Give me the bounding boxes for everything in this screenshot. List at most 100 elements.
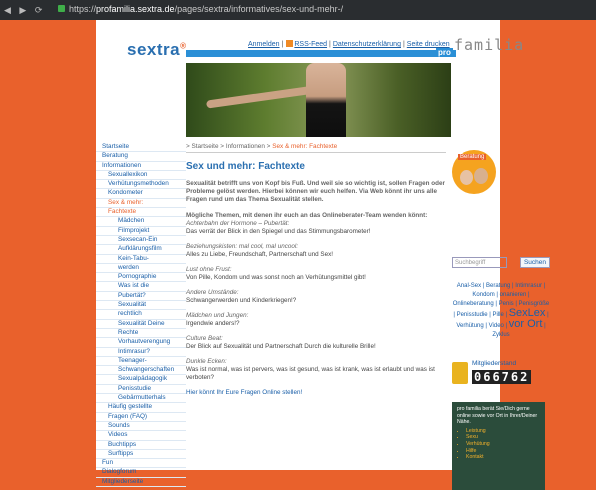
counter-icon [452, 362, 468, 384]
link-anmelden[interactable]: Anmelden [248, 41, 280, 48]
info-link[interactable]: Verhütung [466, 441, 540, 448]
search-button[interactable]: Suchen [520, 257, 550, 268]
sidebar-item[interactable]: Surftipps [96, 450, 186, 460]
sidebar-nav: Startseite Beratung Informationen Sexuallex… [96, 143, 186, 487]
sidebar-item[interactable]: Sexualität Deine [96, 320, 186, 329]
info-box: pro familia berät Sie/Dich gerne online … [452, 402, 545, 490]
topic-block: Lust ohne Frust: Von Pille, Kondom und wa… [186, 266, 451, 282]
breadcrumb-informationen[interactable]: Informationen [226, 143, 265, 150]
sidebar-item[interactable]: Intimrasur? [96, 348, 186, 357]
sidebar-item[interactable]: Fragen (FAQ) [96, 413, 186, 422]
intro-text: Sexualität betrifft uns von Kopf bis Fuß… [186, 180, 445, 203]
sidebar-item[interactable]: Mitgliederseite [96, 478, 186, 487]
sidebar-item[interactable]: Rechte [96, 329, 186, 339]
breadcrumb: > Startseite > Informationen > Sex & meh… [186, 143, 446, 153]
sidebar-item[interactable]: Teenager- [96, 357, 186, 367]
topic-text: Das verrät der Blick in den Spiegel und … [186, 228, 371, 235]
topic-block: Achterbahn der Hormone – Pubertät: Das ve… [186, 220, 451, 236]
sidebar-item[interactable]: Häufig gestellte [96, 403, 186, 413]
lock-icon [58, 5, 65, 12]
sidebar-item[interactable]: Aufklärungsfilm [96, 245, 186, 255]
counter-value: 066762 [472, 370, 532, 384]
sidebar-item[interactable]: Schwangerschaften [96, 366, 186, 376]
info-link[interactable]: Hilfe [466, 448, 540, 455]
rss-icon [286, 40, 294, 47]
topic-block: Andere Umstände: Schwangerwerden und Kind… [186, 289, 451, 305]
topic-block: Culture Beat: Der Blick auf Sexualität un… [186, 335, 451, 351]
tag-cloud: Anal-Sex | Beratung | Intimrasur | Kondo… [452, 282, 550, 340]
sidebar-item[interactable]: Verhütungsmethoden [96, 180, 186, 190]
sidebar-item[interactable]: Fun [96, 459, 186, 469]
info-link[interactable]: Leistung [466, 428, 540, 435]
badge-face-right [474, 168, 488, 184]
info-text: pro familia berät Sie/Dich gerne online … [457, 406, 538, 426]
browser-address-bar[interactable]: ◀ ▶ ⟳ https://profamilia.sextra.de/pages… [0, 0, 596, 20]
topic-title: Lust ohne Frust: [186, 266, 232, 273]
topic-text: Alles zu Liebe, Freundschaft, Partnersch… [186, 251, 334, 258]
sidebar-item[interactable]: werden [96, 264, 186, 274]
sidebar-item[interactable]: rechtlich [96, 310, 186, 320]
link-rss-feed[interactable]: RSS-Feed [294, 41, 327, 48]
sidebar-item[interactable]: Beratung [96, 152, 186, 162]
link-seite-drucken[interactable]: Seite drucken [407, 41, 450, 48]
brand-prefix: pro [436, 48, 453, 57]
browser-back-forward-icons[interactable]: ◀ ▶ ⟳ [4, 5, 45, 16]
header-links: Anmelden | RSS-Feed | Datenschutzerklärung | S… [248, 40, 450, 48]
sidebar-item[interactable]: Pubertät? [96, 292, 186, 302]
topic-title: Dunkle Ecken: [186, 358, 227, 365]
search-input[interactable]: Suchbegriff [452, 257, 507, 268]
link-datenschutz[interactable]: Datenschutzerklärung [333, 41, 401, 48]
url-text[interactable]: https://profamilia.sextra.de/pages/sextr… [69, 4, 343, 14]
info-links: LeistungSexuVerhütungHilfeKontakt [466, 428, 540, 461]
sidebar-item[interactable]: Mädchen [96, 217, 186, 227]
sidebar-item[interactable]: Informationen [96, 162, 186, 171]
sidebar-item[interactable]: Sex & mehr: [96, 199, 186, 209]
topic-text: Schwangerwerden und Kinderkriegen!? [186, 297, 297, 304]
ask-question-link[interactable]: Hier könnt Ihr Eure Fragen Online stelle… [186, 389, 451, 397]
sidebar-item[interactable]: Vorhautverengung [96, 338, 186, 348]
profamilia-logo[interactable]: familia [454, 36, 524, 54]
info-link[interactable]: Kontakt [466, 454, 540, 461]
sidebar-item[interactable]: Buchtipps [96, 441, 186, 450]
topic-title: Culture Beat: [186, 335, 223, 342]
sidebar-item[interactable]: Gebärmutterhals [96, 394, 186, 404]
hero-arm [205, 85, 317, 109]
beratung-badge[interactable]: Beratung [452, 150, 496, 194]
main-content: Sex und mehr: Fachtexte Sexualität betri… [186, 161, 451, 397]
sidebar-item[interactable]: Sexualpädagogik [96, 375, 186, 385]
sidebar-item[interactable]: Fachtexte [96, 208, 186, 218]
topic-block: Mädchen und Jungen: Irgendwie anders!? [186, 312, 451, 328]
badge-label: Beratung [458, 154, 487, 160]
sidebar-item[interactable]: Videos [96, 431, 186, 441]
topic-title: Beziehungskisten: mal cool, mal uncool: [186, 243, 299, 250]
counter-label: Mitgliederstand [472, 360, 517, 367]
sidebar-item[interactable]: Kein-Tabu- [96, 255, 186, 264]
header-accent-bar [186, 50, 456, 57]
topic-title: Achterbahn der Hormone – Pubertät: [186, 220, 290, 227]
topic-text: Was ist normal, was ist pervers, was ist… [186, 366, 435, 381]
sidebar-item[interactable]: Sexsecan-Ein [96, 236, 186, 246]
topics-list: Achterbahn der Hormone – Pubertät: Das ve… [186, 220, 451, 382]
sidebar-item[interactable]: Was ist die [96, 282, 186, 292]
sidebar-item[interactable]: Sexuallexikon [96, 171, 186, 181]
info-link[interactable]: Sexu [466, 434, 540, 441]
sidebar-item[interactable]: Penisstudie [96, 385, 186, 395]
lead-text: Mögliche Themen, mit denen ihr euch an d… [186, 212, 428, 219]
breadcrumb-startseite[interactable]: Startseite [192, 143, 219, 150]
sidebar-item[interactable]: Filmprojekt [96, 227, 186, 236]
topic-text: Der Blick auf Sexualität und Partnerscha… [186, 343, 376, 350]
sextra-logo[interactable]: sextra® [127, 40, 187, 60]
hero-figure [306, 63, 346, 137]
tag-vor-ort[interactable]: vor Ort [509, 318, 543, 330]
topic-title: Mädchen und Jungen: [186, 312, 249, 319]
topic-block: Dunkle Ecken: Was ist normal, was ist per… [186, 358, 451, 382]
page-content: sextra® Anmelden | RSS-Feed | Datenschutzerk… [96, 20, 550, 490]
sidebar-item[interactable]: Pornographie [96, 273, 186, 283]
hero-image [186, 63, 451, 137]
sidebar-item[interactable]: Sounds [96, 422, 186, 432]
sidebar-item[interactable]: Kondometer [96, 189, 186, 199]
page-title: Sex und mehr: Fachtexte [186, 161, 305, 172]
badge-face-left [460, 170, 473, 185]
sidebar-item[interactable]: Startseite [96, 143, 186, 153]
sidebar-item[interactable]: Sexualität [96, 301, 186, 311]
